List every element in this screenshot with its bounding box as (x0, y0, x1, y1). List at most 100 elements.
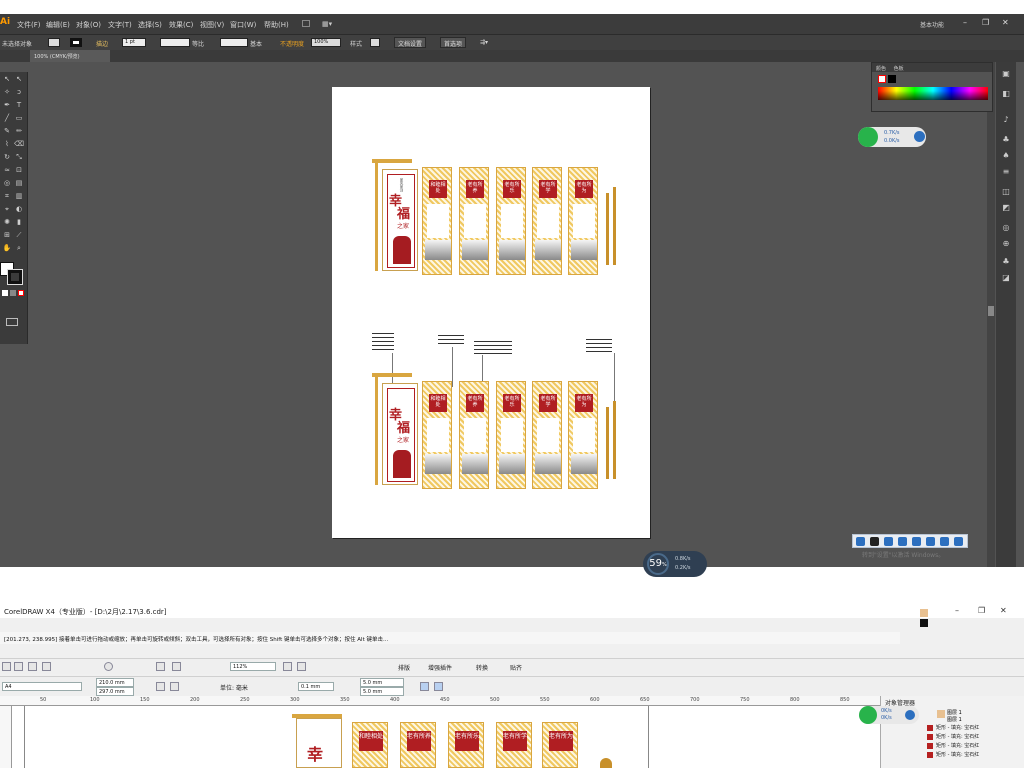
menu-select[interactable]: 选择(S) (138, 20, 162, 30)
stroke-swatch[interactable] (70, 38, 82, 47)
eyedropper-icon[interactable]: ⌖ (2, 204, 12, 214)
vertical-scrollbar[interactable] (987, 62, 995, 567)
workspace-switcher[interactable]: 基本功能 (920, 20, 944, 29)
dock-icon-2[interactable]: ◧ (1000, 88, 1012, 100)
gradient-mode-icon[interactable] (10, 290, 16, 296)
warp-tool-icon[interactable]: ≈ (2, 165, 12, 175)
none-mode-icon[interactable] (18, 290, 24, 296)
doc-setup-button[interactable]: 文档设置 (394, 37, 427, 48)
cd-fill-swatch[interactable] (920, 609, 928, 617)
ime-keyboard-icon[interactable] (912, 537, 921, 546)
brush-preview[interactable] (220, 38, 248, 47)
menu-file[interactable]: 文件(F) (17, 20, 41, 30)
graph-tool-icon[interactable]: ▮ (14, 217, 24, 227)
opacity-field[interactable]: 100% (311, 38, 341, 47)
dock-icon-11[interactable]: ♣ (1000, 256, 1012, 268)
duplicate-x-field[interactable]: 5.0 mm (360, 678, 404, 687)
object-row-3[interactable]: 矩形 - 填充: 宝石红 (927, 742, 979, 750)
page-height-field[interactable]: 297.0 mm (96, 687, 134, 696)
menu-type[interactable]: 文字(T) (108, 20, 132, 30)
close-icon[interactable]: ✕ (1002, 18, 1009, 27)
cd-restore-icon[interactable]: ❐ (978, 606, 985, 615)
artboard-tool-icon[interactable]: ⊞ (2, 230, 12, 240)
black-swatch[interactable] (888, 75, 896, 83)
page-width-field[interactable]: 210.0 mm (96, 678, 134, 687)
speed-widget[interactable]: 59% 0.8K/s 0.2K/s (643, 551, 707, 577)
design-preview-top[interactable]: 幸 福 之家 家风家训 和睦相处 老有所养 老有所乐 老有所学 老有所为 (372, 159, 632, 275)
zoom-out-icon[interactable] (297, 662, 306, 671)
preferences-button[interactable]: 首选项 (440, 37, 467, 48)
style-swatch[interactable] (370, 38, 380, 47)
menu-window[interactable]: 窗口(W) (230, 20, 256, 30)
free-transform-icon[interactable]: ⊡ (14, 165, 24, 175)
bridge-icon[interactable] (302, 20, 310, 27)
ime-punct-icon[interactable] (884, 537, 893, 546)
screen-mode-icon[interactable] (6, 318, 18, 326)
cd-drawing-canvas[interactable]: 幸 和睦相处 老有所养 老有所乐 老有所学 老有所为 (0, 706, 880, 768)
cd-close-icon[interactable]: ✕ (1000, 606, 1007, 615)
line-tool-icon[interactable]: ╱ (2, 113, 12, 123)
brush-tool-icon[interactable]: ✎ (2, 126, 12, 136)
import-icon[interactable] (156, 662, 165, 671)
zoom-tool-icon[interactable]: ⌕ (14, 243, 24, 253)
rotate-tool-icon[interactable]: ↻ (2, 152, 12, 162)
tab-swatches[interactable]: 色板 (894, 66, 904, 72)
zoom-in-icon[interactable] (283, 662, 292, 671)
dock-icon-6[interactable]: ≡ (1000, 166, 1012, 178)
cd-outline-swatch[interactable] (920, 619, 928, 627)
ime-voice-icon[interactable] (926, 537, 935, 546)
dock-icon-10[interactable]: ⊕ (1000, 238, 1012, 250)
ime-settings-icon[interactable] (954, 537, 963, 546)
treat-as-filled-icon[interactable] (420, 682, 429, 691)
scale-tool-icon[interactable]: ⤡ (14, 152, 24, 162)
network-monitor[interactable]: 0.7K/s 0.0K/s (858, 127, 926, 147)
none-swatch[interactable] (878, 75, 886, 83)
type-tool-icon[interactable]: T (14, 100, 24, 110)
toolbar-convert[interactable]: 转换 (476, 663, 488, 672)
stroke-label[interactable]: 描边 (96, 39, 108, 48)
object-row-2[interactable]: 矩形 - 填充: 宝石红 (927, 733, 979, 741)
toolbar-snap[interactable]: 贴齐 (510, 663, 522, 672)
selection-tool-icon[interactable]: ↖ (2, 74, 12, 84)
new-doc-icon[interactable] (2, 662, 11, 671)
print-icon[interactable] (42, 662, 51, 671)
menu-object[interactable]: 对象(O) (76, 20, 101, 30)
save-icon[interactable] (28, 662, 37, 671)
fill-swatch[interactable] (48, 38, 60, 47)
cd-minimize-icon[interactable]: – (955, 606, 959, 615)
portrait-icon[interactable] (156, 682, 165, 691)
mesh-tool-icon[interactable]: ⌗ (2, 191, 12, 201)
perspective-grid-icon[interactable]: ▤ (14, 178, 24, 188)
cd-network-monitor[interactable]: 0K/s 0K/s (859, 706, 919, 724)
nudge-field[interactable]: 0.1 mm (298, 682, 334, 691)
profile-label[interactable]: 等比 (192, 39, 204, 48)
ime-lang-icon[interactable] (870, 537, 879, 546)
menu-view[interactable]: 视图(V) (200, 20, 224, 30)
duplicate-y-field[interactable]: 5.0 mm (360, 687, 404, 696)
menu-edit[interactable]: 编辑(E) (46, 20, 70, 30)
minimize-icon[interactable]: – (963, 18, 967, 27)
dock-icon-1[interactable]: ▣ (1000, 68, 1012, 80)
layer-label-1[interactable]: 图层 1 (947, 709, 962, 716)
lasso-tool-icon[interactable]: ↄ (14, 87, 24, 97)
dock-icon-8[interactable]: ◩ (1000, 202, 1012, 214)
dock-icon-7[interactable]: ◫ (1000, 186, 1012, 198)
menu-help[interactable]: 帮助(H) (264, 20, 289, 30)
restore-icon[interactable]: ❐ (982, 18, 989, 27)
document-tab[interactable]: 100% (CMYK/预览) (30, 50, 110, 62)
spade-icon[interactable]: ♠ (1000, 150, 1012, 162)
color-spectrum[interactable] (878, 87, 988, 100)
landscape-icon[interactable] (170, 682, 179, 691)
dock-icon-12[interactable]: ◪ (1000, 272, 1012, 284)
input-method-bar[interactable] (852, 534, 968, 548)
line-preview[interactable] (160, 38, 190, 47)
rectangle-tool-icon[interactable]: ▭ (14, 113, 24, 123)
unit-label[interactable]: 单位: 毫米 (220, 683, 248, 692)
zoom-level-field[interactable]: 112% (230, 662, 276, 671)
club-icon[interactable]: ♣ (1000, 134, 1012, 146)
object-row-4[interactable]: 矩形 - 填充: 宝石红 (927, 751, 979, 759)
toolbar-layout[interactable]: 排版 (398, 663, 410, 672)
blend-tool-icon[interactable]: ◐ (14, 204, 24, 214)
direct-select-tool-icon[interactable]: ↖ (14, 74, 24, 84)
arrange-icon[interactable]: ⇶▾ (480, 39, 488, 46)
